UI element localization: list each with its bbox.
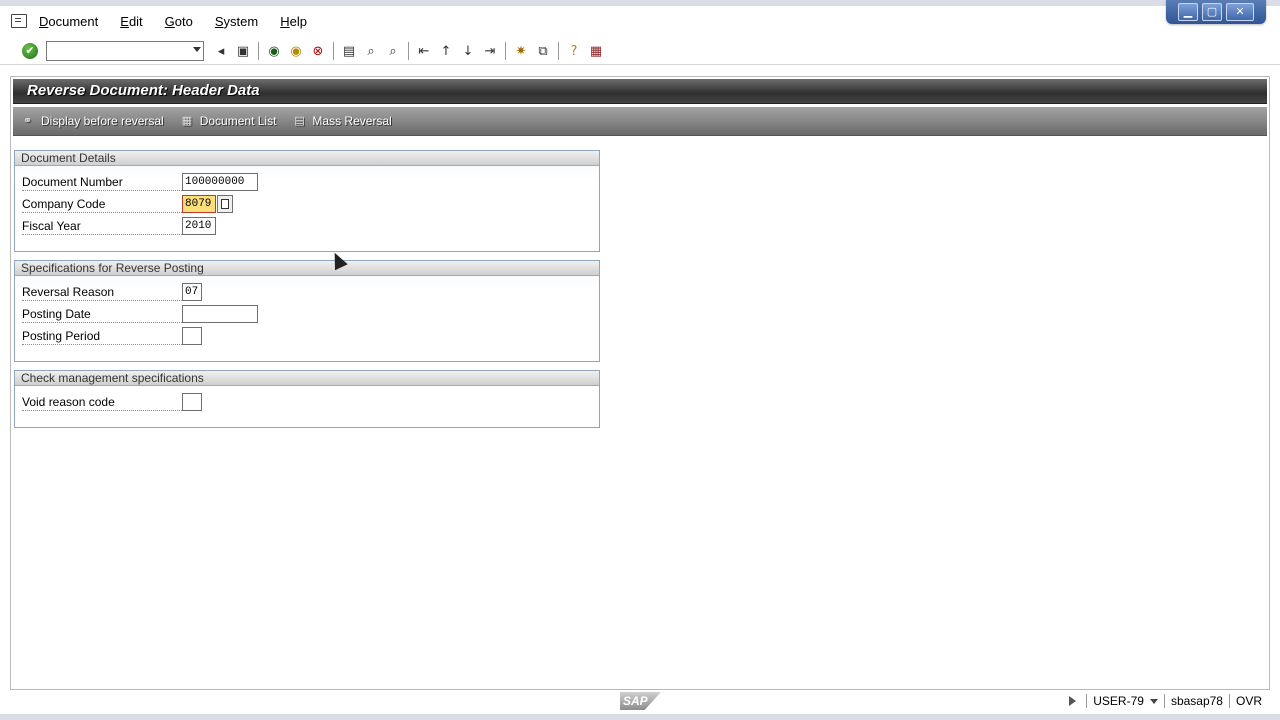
document-number-label: Document Number: [22, 175, 182, 191]
company-code-input[interactable]: 8079: [182, 195, 216, 213]
reversal-reason-row: Reversal Reason 07: [22, 283, 592, 301]
mass-reversal-icon: ▤: [294, 114, 305, 127]
print-icon[interactable]: ▤: [339, 41, 359, 61]
back-arrow-icon[interactable]: ◉: [264, 41, 284, 61]
mass-reversal-button[interactable]: ▤ Mass Reversal: [294, 114, 391, 128]
user-text: USER-79: [1093, 694, 1144, 708]
cancel-icon[interactable]: ⊗: [308, 41, 328, 61]
status-server: sbasap78: [1163, 694, 1229, 708]
window-top-border: [0, 0, 1280, 6]
mass-reversal-label: Mass Reversal: [312, 114, 392, 128]
system-menu-icon[interactable]: [11, 14, 27, 28]
value-help-icon[interactable]: [217, 195, 233, 213]
reversal-reason-input[interactable]: 07: [182, 283, 202, 301]
system-info: USER-79 sbasap78 OVR: [1069, 694, 1268, 708]
fiscal-year-input[interactable]: 2010: [182, 217, 216, 235]
menu-goto[interactable]: Goto: [165, 14, 193, 29]
posting-period-input[interactable]: [182, 327, 202, 345]
standard-toolbar: ✔ ◂ ▣ ◉ ◉ ⊗ ▤ ⌕ ⌕ ⇤ ↑ ↓ ⇥ ✷ ⧉ ? ▦: [0, 38, 1280, 65]
menu-document[interactable]: Document: [39, 14, 98, 29]
company-code-label: Company Code: [22, 197, 182, 213]
close-button[interactable]: ✕: [1226, 3, 1254, 21]
page-title: Reverse Document: Header Data: [27, 82, 260, 99]
void-reason-label: Void reason code: [22, 395, 182, 411]
glasses-icon: ⚭: [23, 114, 33, 127]
check-management-group: Check management specifications Void rea…: [14, 370, 600, 428]
void-reason-input[interactable]: [182, 393, 202, 411]
menu-edit[interactable]: Edit: [120, 14, 142, 29]
last-page-icon[interactable]: ⇥: [480, 41, 500, 61]
reversal-reason-label: Reversal Reason: [22, 285, 182, 301]
void-reason-row: Void reason code: [22, 393, 592, 411]
display-before-reversal-button[interactable]: ⚭ Display before reversal: [23, 114, 164, 128]
reverse-posting-group: Specifications for Reverse Posting Rever…: [14, 260, 600, 362]
toolbar-separator: [558, 42, 559, 60]
window-controls: ▁ ▢ ✕: [1166, 0, 1266, 24]
shortcut-icon[interactable]: ⧉: [533, 41, 553, 61]
fiscal-year-label: Fiscal Year: [22, 219, 182, 235]
posting-period-label: Posting Period: [22, 329, 182, 345]
group-title: Specifications for Reverse Posting: [15, 261, 599, 276]
sap-logo: SAP: [620, 692, 661, 710]
main-screen-area: Reverse Document: Header Data ⚭ Display …: [10, 76, 1270, 690]
document-list-label: Document List: [199, 114, 277, 128]
find-next-icon[interactable]: ⌕: [383, 41, 403, 61]
group-title: Document Details: [15, 151, 599, 166]
status-bar: SAP USER-79 sbasap78 OVR: [0, 690, 1280, 720]
enter-icon[interactable]: ✔: [22, 43, 38, 59]
maximize-button[interactable]: ▢: [1202, 3, 1222, 21]
group-title: Check management specifications: [15, 371, 599, 386]
fiscal-year-row: Fiscal Year 2010: [22, 217, 592, 235]
chevron-down-icon[interactable]: [193, 47, 201, 52]
toolbar-separator: [258, 42, 259, 60]
status-user[interactable]: USER-79: [1086, 694, 1164, 708]
document-number-row: Document Number 100000000: [22, 173, 592, 191]
menu-bar: Document Edit Goto System Help: [0, 8, 1160, 34]
expand-status-icon[interactable]: [1069, 696, 1077, 706]
toolbar-separator: [333, 42, 334, 60]
save-icon[interactable]: ▣: [233, 41, 253, 61]
minimize-button[interactable]: ▁: [1178, 3, 1198, 21]
posting-date-row: Posting Date: [22, 305, 592, 323]
toolbar-separator: [505, 42, 506, 60]
document-details-group: Document Details Document Number 1000000…: [14, 150, 600, 252]
window-bottom-border: [0, 714, 1280, 720]
company-code-row: Company Code 8079: [22, 195, 592, 213]
menu-system[interactable]: System: [215, 14, 258, 29]
menu-help[interactable]: Help: [280, 14, 307, 29]
title-bar: Reverse Document: Header Data: [13, 79, 1267, 104]
posting-period-row: Posting Period: [22, 327, 592, 345]
application-toolbar: ⚭ Display before reversal ▦ Document Lis…: [13, 107, 1267, 136]
document-number-input[interactable]: 100000000: [182, 173, 258, 191]
layout-icon[interactable]: ▦: [586, 41, 606, 61]
help-icon[interactable]: ?: [564, 41, 584, 61]
find-icon[interactable]: ⌕: [361, 41, 381, 61]
command-field[interactable]: [46, 41, 204, 61]
list-icon: ▦: [181, 114, 193, 127]
first-page-icon[interactable]: ⇤: [414, 41, 434, 61]
toolbar-separator: [408, 42, 409, 60]
next-page-icon[interactable]: ↓: [458, 41, 478, 61]
back-icon[interactable]: ◂: [211, 41, 231, 61]
posting-date-input[interactable]: [182, 305, 258, 323]
display-before-reversal-label: Display before reversal: [41, 114, 164, 128]
prev-page-icon[interactable]: ↑: [436, 41, 456, 61]
document-list-button[interactable]: ▦ Document List: [182, 114, 277, 128]
create-session-icon[interactable]: ✷: [511, 41, 531, 61]
status-mode[interactable]: OVR: [1228, 694, 1268, 708]
posting-date-label: Posting Date: [22, 307, 182, 323]
chevron-down-icon[interactable]: [1149, 699, 1158, 705]
exit-icon[interactable]: ◉: [286, 41, 306, 61]
